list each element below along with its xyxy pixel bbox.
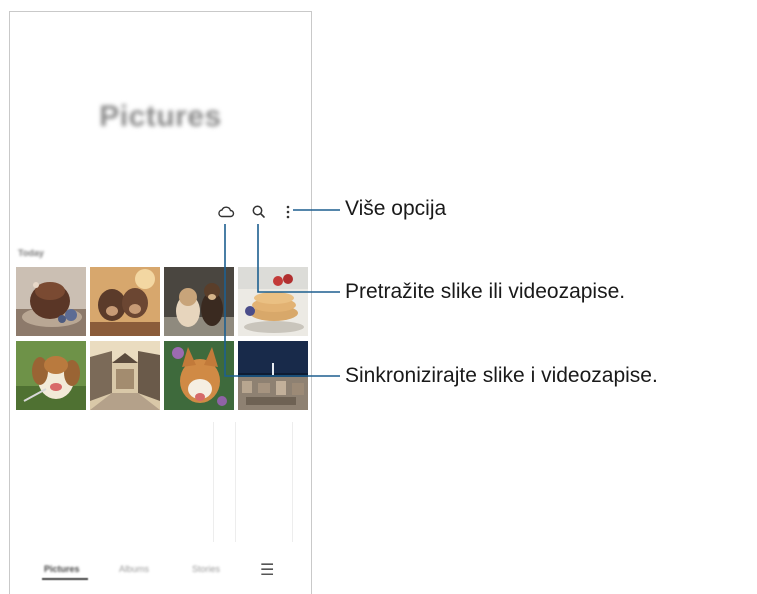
cloud-sync-icon[interactable] [216, 202, 236, 222]
callout-more-options: Više opcija [345, 197, 447, 220]
photo-thumbnail-pancakes[interactable] [238, 267, 308, 336]
phone-screen: Pictures Today Pictures Albums Stories ☰ [9, 11, 312, 594]
tab-pictures[interactable]: Pictures [44, 564, 80, 574]
section-label-today: Today [18, 248, 44, 258]
callout-sync: Sinkronizirajte slike i videozapise. [345, 364, 658, 387]
page-title: Pictures [99, 100, 222, 133]
scroll-guide [292, 422, 293, 542]
scroll-guide [213, 422, 214, 542]
search-icon[interactable] [249, 202, 269, 222]
menu-icon[interactable]: ☰ [260, 560, 274, 580]
active-tab-indicator [42, 578, 88, 580]
photo-thumbnail-beagle[interactable] [16, 341, 86, 410]
photo-thumbnail-kitten-puppy[interactable] [164, 267, 234, 336]
photo-thumbnail-street[interactable] [90, 341, 160, 410]
more-options-icon[interactable] [278, 202, 298, 222]
tab-stories[interactable]: Stories [192, 564, 220, 574]
bottom-navigation: Pictures Albums Stories ☰ [10, 560, 311, 584]
photo-thumbnail-cake[interactable] [16, 267, 86, 336]
callout-search: Pretražite slike ili videozapise. [345, 280, 626, 303]
photo-thumbnail-city-night[interactable] [238, 341, 308, 410]
tab-albums[interactable]: Albums [119, 564, 149, 574]
scroll-guide [235, 422, 236, 542]
photo-thumbnail-dogs[interactable] [90, 267, 160, 336]
photo-thumbnail-corgi[interactable] [164, 341, 234, 410]
